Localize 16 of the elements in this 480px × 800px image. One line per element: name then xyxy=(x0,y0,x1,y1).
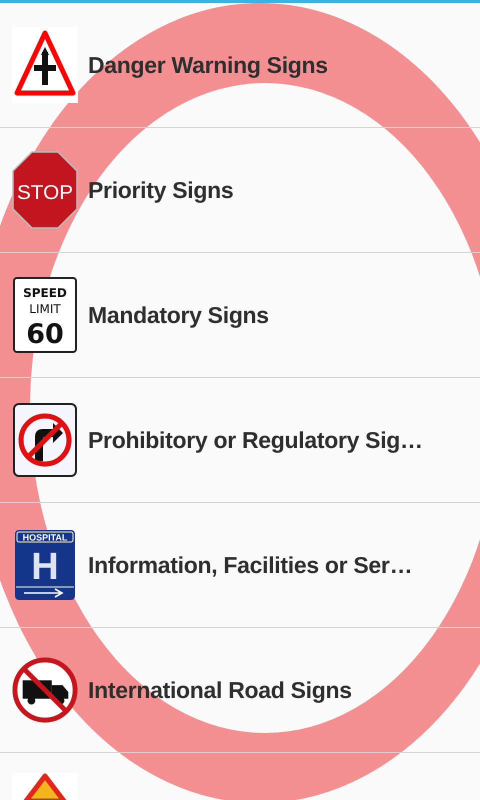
category-item[interactable]: STOP Priority Signs xyxy=(0,128,480,253)
category-item[interactable]: Danger Warning Signs xyxy=(0,3,480,128)
category-title: Danger Warning Signs xyxy=(88,52,328,78)
stop-sign-icon: STOP xyxy=(12,151,78,229)
category-item[interactable]: HOSPITAL H Information, Facilities or Ser… xyxy=(0,503,480,628)
category-title: Priority Signs xyxy=(88,176,234,204)
no-trucks-sign-icon xyxy=(12,656,78,724)
speed-limit-sign-icon: SPEED LIMIT 60 xyxy=(13,277,77,353)
hospital-sign-icon: HOSPITAL H xyxy=(14,529,76,601)
category-title: Information, Facilities or Ser… xyxy=(88,552,412,578)
category-title: Prohibitory or Regulatory Sig… xyxy=(88,426,423,454)
no-right-turn-sign-icon xyxy=(13,403,77,477)
category-title: International Road Signs xyxy=(88,676,352,704)
category-item[interactable]: Prohibitory or Regulatory Sig… xyxy=(0,378,480,503)
category-item[interactable]: International Road Signs xyxy=(0,628,480,753)
category-title: Mandatory Signs xyxy=(88,302,269,328)
